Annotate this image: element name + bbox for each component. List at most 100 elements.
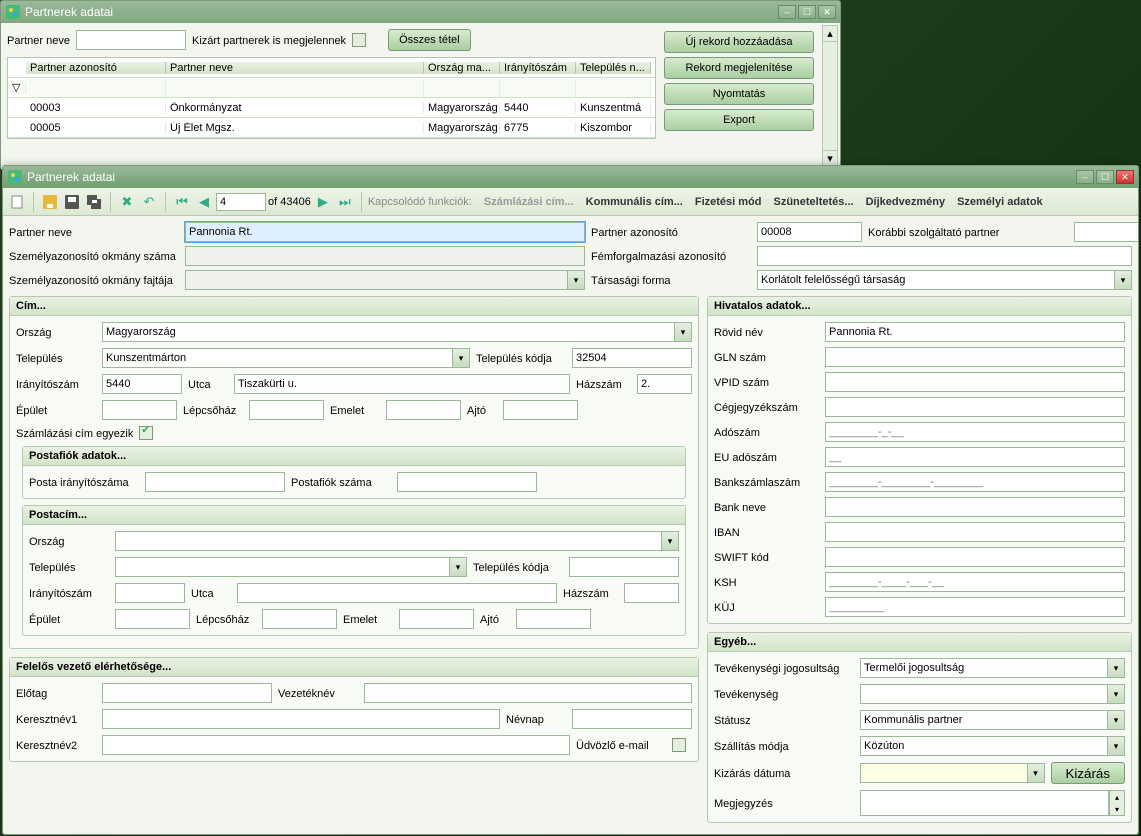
- filter-orszag[interactable]: [428, 79, 495, 97]
- adoszam-input[interactable]: [825, 422, 1125, 442]
- partner-grid[interactable]: Partner azonosító Partner neve Ország ma…: [7, 57, 656, 139]
- pc-ajto-input[interactable]: [516, 609, 591, 629]
- bankszamla-input[interactable]: [825, 472, 1125, 492]
- keresztnev2-input[interactable]: [102, 735, 570, 755]
- partner-azon-input[interactable]: [757, 222, 862, 242]
- vertical-scrollbar[interactable]: ▴ ▾: [822, 25, 838, 167]
- udv-email-checkbox[interactable]: [672, 738, 686, 752]
- delete-icon[interactable]: ✖: [117, 192, 137, 212]
- link-kommunalis[interactable]: Kommunális cím...: [586, 196, 683, 208]
- elotag-input[interactable]: [102, 683, 272, 703]
- pc-emelet-input[interactable]: [399, 609, 474, 629]
- gln-input[interactable]: [825, 347, 1125, 367]
- orszag-dropdown-button[interactable]: ▾: [675, 322, 692, 342]
- filter-telepules[interactable]: [580, 79, 646, 97]
- save-all-icon[interactable]: [84, 192, 104, 212]
- szemokm-fajta-input[interactable]: [185, 270, 568, 290]
- keresztnev1-input[interactable]: [102, 709, 500, 729]
- kuj-input[interactable]: [825, 597, 1125, 617]
- pc-orszag-dropdown-button[interactable]: ▾: [662, 531, 679, 551]
- kizaras-datum-dropdown-button[interactable]: ▾: [1028, 763, 1045, 783]
- irsz-input[interactable]: [102, 374, 182, 394]
- titlebar[interactable]: Partnerek adatai – ☐ ✕: [3, 166, 1138, 188]
- tevekenyseg-input[interactable]: [860, 684, 1108, 704]
- utca-input[interactable]: [234, 374, 570, 394]
- nav-position-input[interactable]: [216, 193, 266, 211]
- link-szemelyi[interactable]: Személyi adatok: [957, 196, 1043, 208]
- link-szunetelt[interactable]: Szüneteltetés...: [774, 196, 854, 208]
- rovid-nev-input[interactable]: [825, 322, 1125, 342]
- titlebar[interactable]: Partnerek adatai – ☐ ✕: [1, 1, 840, 23]
- save-icon[interactable]: [40, 192, 60, 212]
- szemokm-fajta-dropdown-button[interactable]: ▾: [568, 270, 585, 290]
- nav-prev-icon[interactable]: ◀: [194, 192, 214, 212]
- filter-azon[interactable]: [30, 79, 161, 97]
- epulet-input[interactable]: [102, 400, 177, 420]
- tevjog-dropdown-button[interactable]: ▾: [1108, 658, 1125, 678]
- minimize-button[interactable]: –: [778, 5, 796, 19]
- ksh-input[interactable]: [825, 572, 1125, 592]
- minimize-button[interactable]: –: [1076, 170, 1094, 184]
- nyomtatas-button[interactable]: Nyomtatás: [664, 83, 814, 105]
- statusz-input[interactable]: [860, 710, 1108, 730]
- pc-lepcso-input[interactable]: [262, 609, 337, 629]
- scroll-up-icon[interactable]: ▴: [1110, 791, 1124, 803]
- col-telepules[interactable]: Település n...: [576, 62, 651, 74]
- nav-first-icon[interactable]: ⏮: [172, 192, 192, 212]
- col-azon[interactable]: Partner azonosító: [26, 62, 166, 74]
- iban-input[interactable]: [825, 522, 1125, 542]
- link-szamlazasi[interactable]: Számlázási cím...: [484, 196, 574, 208]
- rekord-megjelenitese-button[interactable]: Rekord megjelenítése: [664, 57, 814, 79]
- scroll-down-icon[interactable]: ▾: [823, 150, 837, 166]
- lepcso-input[interactable]: [249, 400, 324, 420]
- maximize-button[interactable]: ☐: [798, 5, 816, 19]
- pc-telepules-input[interactable]: [115, 557, 450, 577]
- ajto-input[interactable]: [503, 400, 578, 420]
- szallitas-dropdown-button[interactable]: ▾: [1108, 736, 1125, 756]
- vpid-input[interactable]: [825, 372, 1125, 392]
- szallitas-input[interactable]: [860, 736, 1108, 756]
- nav-next-icon[interactable]: ▶: [313, 192, 333, 212]
- megjegyzes-input[interactable]: [860, 790, 1109, 816]
- link-dijkedv[interactable]: Díjkedvezmény: [866, 196, 945, 208]
- kizart-checkbox[interactable]: [352, 33, 366, 47]
- telepules-dropdown-button[interactable]: ▾: [453, 348, 470, 368]
- tarsasagi-input[interactable]: [757, 270, 1115, 290]
- filter-icon[interactable]: ▽: [8, 81, 26, 94]
- partner-neve-filter-input[interactable]: [76, 30, 186, 50]
- new-icon[interactable]: [7, 192, 27, 212]
- pc-irsz-input[interactable]: [115, 583, 185, 603]
- femforg-input[interactable]: [757, 246, 1132, 266]
- emelet-input[interactable]: [386, 400, 461, 420]
- osszes-tetel-button[interactable]: Összes tétel: [388, 29, 471, 51]
- tarsasagi-dropdown-button[interactable]: ▾: [1115, 270, 1132, 290]
- pc-utca-input[interactable]: [237, 583, 557, 603]
- export-button[interactable]: Export: [664, 109, 814, 131]
- banknev-input[interactable]: [825, 497, 1125, 517]
- col-nev[interactable]: Partner neve: [166, 62, 424, 74]
- partner-neve-input[interactable]: [185, 222, 585, 242]
- nevnap-input[interactable]: [572, 709, 692, 729]
- col-irsz[interactable]: Irányítószám: [500, 62, 576, 74]
- hazszam-input[interactable]: [637, 374, 692, 394]
- postafiok-szam-input[interactable]: [397, 472, 537, 492]
- close-button[interactable]: ✕: [1116, 170, 1134, 184]
- filter-nev[interactable]: [170, 79, 419, 97]
- pc-telepules-dropdown-button[interactable]: ▾: [450, 557, 467, 577]
- maximize-button[interactable]: ☐: [1096, 170, 1114, 184]
- grid-filter-row[interactable]: ▽: [8, 78, 655, 98]
- posta-irsz-input[interactable]: [145, 472, 285, 492]
- pc-telepules-kod-input[interactable]: [569, 557, 679, 577]
- pc-hazszam-input[interactable]: [624, 583, 679, 603]
- statusz-dropdown-button[interactable]: ▾: [1108, 710, 1125, 730]
- szamlazasi-egyezik-checkbox[interactable]: [139, 426, 153, 440]
- scroll-down-icon[interactable]: ▾: [1110, 803, 1124, 815]
- scroll-up-icon[interactable]: ▴: [823, 26, 837, 42]
- tevekenyseg-dropdown-button[interactable]: ▾: [1108, 684, 1125, 704]
- eu-ado-input[interactable]: [825, 447, 1125, 467]
- uj-rekord-button[interactable]: Új rekord hozzáadása: [664, 31, 814, 53]
- szemokm-szam-input[interactable]: [185, 246, 585, 266]
- pc-epulet-input[interactable]: [115, 609, 190, 629]
- save-disk-icon[interactable]: [62, 192, 82, 212]
- telepules-input[interactable]: [102, 348, 453, 368]
